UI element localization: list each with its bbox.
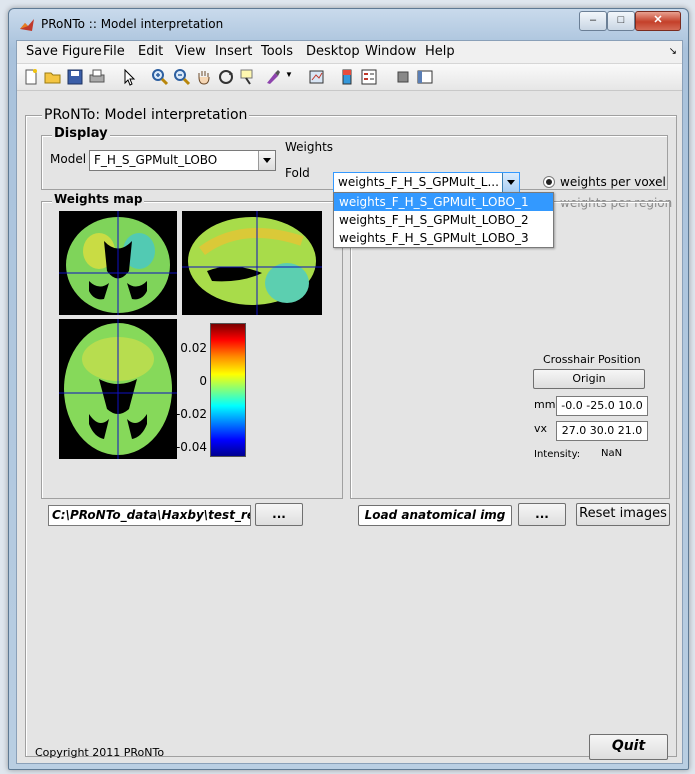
sagittal-slice[interactable] — [182, 211, 322, 315]
menu-view[interactable]: View — [175, 44, 206, 59]
legend-icon[interactable] — [359, 67, 379, 87]
load-anatomical-button[interactable]: Load anatomical img — [358, 505, 512, 526]
colorbar — [210, 323, 246, 457]
intensity-value: NaN — [601, 448, 623, 459]
vx-coordinates-field[interactable]: 27.0 30.0 21.0 — [556, 421, 648, 441]
results-path-field[interactable]: C:\PRoNTo_data\Haxby\test_results — [48, 505, 251, 526]
weights-label: Weights — [285, 140, 334, 154]
display-panel-title: Display — [52, 126, 110, 141]
menu-help[interactable]: Help — [425, 44, 455, 59]
colorbar-tick-label: -0.02 — [175, 407, 207, 421]
weights-option-label: weights_F_H_S_GPMult_LOBO_3 — [339, 231, 529, 245]
close-icon: ✕ — [653, 14, 663, 26]
weights-select[interactable]: weights_F_H_S_GPMult_L... — [333, 172, 520, 193]
menu-file[interactable]: File — [103, 44, 125, 59]
menu-desktop[interactable]: Desktop — [306, 44, 360, 59]
browse-anatomical-button[interactable]: ... — [518, 503, 566, 526]
new-figure-icon[interactable] — [21, 67, 41, 87]
weights-dropdown-list: weights_F_H_S_GPMult_LOBO_1 weights_F_H_… — [333, 192, 554, 248]
main-panel-title: PRoNTo: Model interpretation — [42, 107, 250, 123]
open-file-icon[interactable] — [43, 67, 63, 87]
figure-client-area: Save Figure File Edit View Insert Tools … — [16, 40, 683, 764]
close-button[interactable]: ✕ — [635, 11, 681, 31]
colorbar-icon[interactable] — [337, 67, 357, 87]
model-label: Model — [50, 152, 87, 166]
zoom-in-icon[interactable] — [150, 67, 170, 87]
model-select[interactable]: F_H_S_GPMult_LOBO — [89, 150, 276, 171]
matlab-figure-window: PRoNTo :: Model interpretation – □ ✕ Sav… — [8, 8, 689, 770]
pronto-figure: PRoNTo: Model interpretation Display Mod… — [17, 91, 682, 763]
title-bar[interactable]: PRoNTo :: Model interpretation – □ ✕ — [9, 9, 688, 39]
menu-bar: Save Figure File Edit View Insert Tools … — [17, 41, 682, 64]
rotate-3d-icon[interactable] — [216, 67, 236, 87]
menu-edit[interactable]: Edit — [138, 44, 163, 59]
pan-hand-icon[interactable] — [194, 67, 214, 87]
weights-map-title: Weights map — [52, 192, 145, 206]
mm-coordinates-field[interactable]: -0.0 -25.0 10.0 — [556, 396, 648, 416]
show-plot-tools-icon[interactable] — [415, 67, 435, 87]
weights-option-label: weights_F_H_S_GPMult_LOBO_2 — [339, 213, 529, 227]
matlab-icon — [20, 19, 34, 31]
weights-select-value: weights_F_H_S_GPMult_L... — [338, 175, 499, 189]
menu-insert[interactable]: Insert — [215, 44, 252, 59]
quit-button[interactable]: Quit — [589, 734, 668, 760]
minimize-icon: – — [589, 14, 597, 26]
colorbar-tick-label: -0.04 — [175, 440, 207, 454]
maximize-button[interactable]: □ — [607, 11, 635, 31]
weights-option[interactable]: weights_F_H_S_GPMult_LOBO_1 — [334, 193, 553, 211]
weights-option[interactable]: weights_F_H_S_GPMult_LOBO_2 — [334, 211, 553, 229]
crosshair-title: Crosshair Position — [543, 353, 641, 366]
hide-plot-tools-icon[interactable] — [393, 67, 413, 87]
intensity-label: Intensity: — [534, 449, 581, 460]
weights-per-voxel-radio[interactable] — [543, 176, 555, 188]
vx-label: vx — [534, 422, 548, 435]
weights-option[interactable]: weights_F_H_S_GPMult_LOBO_3 — [334, 229, 553, 247]
coronal-slice[interactable] — [59, 211, 177, 315]
menu-window[interactable]: Window — [365, 44, 416, 59]
brush-icon[interactable] — [263, 67, 283, 87]
dock-arrow-icon[interactable]: ↘ — [669, 46, 677, 57]
link-plot-icon[interactable] — [307, 67, 327, 87]
axial-slice[interactable] — [59, 319, 177, 459]
browse-results-button[interactable]: ... — [255, 503, 303, 526]
menu-save-figure[interactable]: Save Figure — [26, 44, 102, 59]
window-title: PRoNTo :: Model interpretation — [41, 17, 224, 31]
weights-per-voxel-label[interactable]: weights per voxel — [560, 175, 666, 189]
origin-button[interactable]: Origin — [533, 369, 645, 389]
model-select-value: F_H_S_GPMult_LOBO — [94, 153, 218, 167]
colorbar-tick-label: 0 — [199, 374, 207, 388]
weights-option-label: weights_F_H_S_GPMult_LOBO_1 — [339, 195, 529, 209]
pointer-icon[interactable] — [119, 67, 139, 87]
zoom-out-icon[interactable] — [172, 67, 192, 87]
print-icon[interactable] — [87, 67, 107, 87]
menu-tools[interactable]: Tools — [261, 44, 293, 59]
maximize-icon: □ — [617, 14, 625, 26]
minimize-button[interactable]: – — [579, 11, 607, 31]
mm-label: mm — [534, 398, 556, 411]
chevron-down-icon[interactable] — [502, 173, 519, 192]
reset-images-button[interactable]: Reset images — [576, 503, 670, 526]
chevron-down-icon[interactable] — [258, 151, 275, 170]
save-icon[interactable] — [65, 67, 85, 87]
copyright-text: Copyright 2011 PRoNTo — [35, 746, 165, 759]
colorbar-tick-label: 0.02 — [180, 341, 207, 355]
toolbar: ▼ — [17, 64, 682, 91]
data-cursor-icon[interactable] — [238, 67, 258, 87]
brush-dropdown-icon[interactable]: ▼ — [285, 70, 293, 79]
fold-label: Fold — [285, 166, 310, 180]
